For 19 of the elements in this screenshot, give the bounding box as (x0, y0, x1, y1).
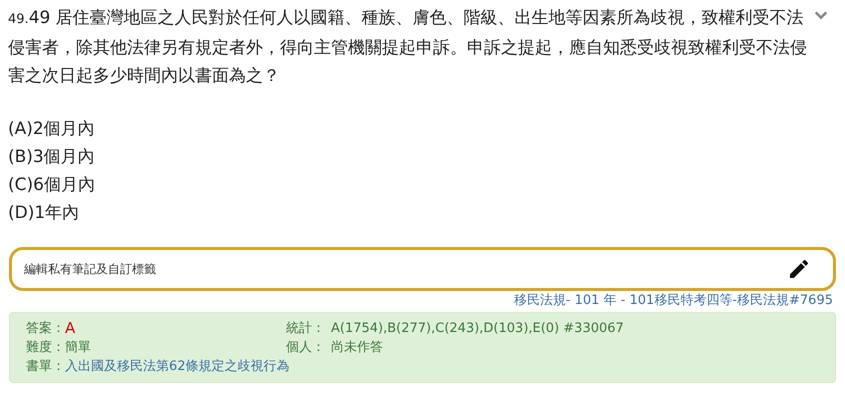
stats-label: 統計： (286, 320, 325, 338)
answer-value: A (65, 318, 76, 338)
booklist-link[interactable]: 入出國及移民法第62條規定之歧視行為 (65, 356, 290, 376)
difficulty-value: 簡單 (65, 338, 91, 356)
answer-option[interactable]: (B)3個月內 (8, 143, 845, 171)
personal-label: 個人： (286, 338, 325, 356)
note-field[interactable]: 編輯私有筆記及自訂標籤 (9, 247, 836, 291)
answer-label: 答案： (26, 320, 65, 338)
source-link[interactable]: 移民法規- 101 年 - 101移民特考四等-移民法規#7695 (514, 291, 833, 310)
answer-option[interactable]: (D)1年內 (8, 199, 845, 227)
note-input[interactable]: 編輯私有筆記及自訂標籤 (24, 260, 424, 278)
answer-option[interactable]: (A)2個月內 (8, 115, 845, 143)
pencil-icon[interactable] (787, 257, 811, 281)
question-text: 49.49 居住臺灣地區之人民對於任何人以國籍、種族、膚色、階級、出生地等因素所為歧視，致權利受不法侵害者，除其他法律另有規定者外，得向主管機關提起申訴。申訴之提起，應自知悉受歧視致權利受不法侵害之次日起多少時間內以書面為之？ (8, 7, 808, 88)
difficulty-label: 難度： (26, 338, 65, 356)
stats-value: A(1754),B(277),C(243),D(103),E(0) #330067 (331, 320, 624, 338)
answer-option[interactable]: (C)6個月內 (8, 171, 845, 199)
booklist-label: 書單： (26, 358, 65, 376)
personal-value: 尚未作答 (331, 338, 383, 356)
